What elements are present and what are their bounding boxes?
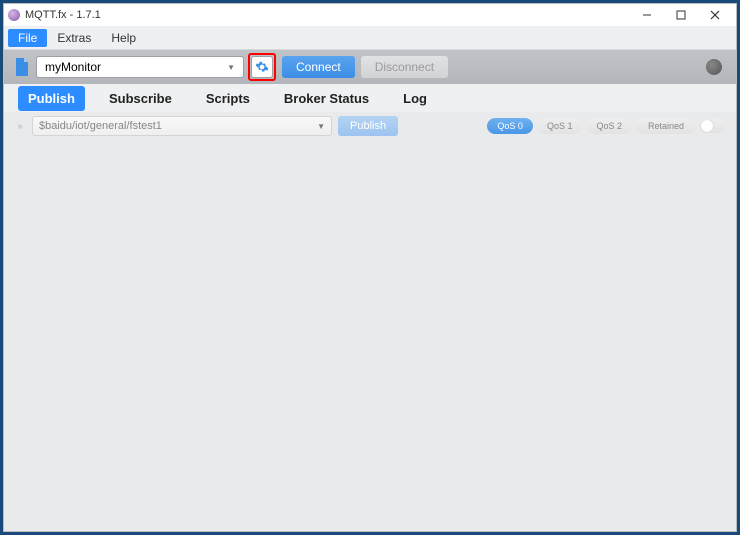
app-icon xyxy=(8,9,20,21)
publish-button[interactable]: Publish xyxy=(338,116,398,136)
menu-extras[interactable]: Extras xyxy=(47,29,101,47)
topic-select[interactable]: $baidu/iot/general/fstest1 ▼ xyxy=(32,116,332,136)
retained-pill[interactable]: Retained xyxy=(636,118,696,134)
publish-toolbar: » $baidu/iot/general/fstest1 ▼ Publish Q… xyxy=(4,112,736,140)
connection-profile-select[interactable]: myMonitor ▼ xyxy=(36,56,244,78)
close-button[interactable] xyxy=(698,5,732,25)
document-icon xyxy=(14,58,30,76)
qos1-pill[interactable]: QoS 1 xyxy=(537,118,583,134)
titlebar: MQTT.fx - 1.7.1 xyxy=(4,4,736,26)
connection-settings-button[interactable] xyxy=(251,56,273,78)
menu-file[interactable]: File xyxy=(8,29,47,47)
close-icon xyxy=(710,10,720,20)
chevron-down-icon: ▼ xyxy=(227,63,235,72)
tab-log[interactable]: Log xyxy=(393,86,437,111)
topic-value: $baidu/iot/general/fstest1 xyxy=(39,120,162,132)
qos-group: QoS 0 QoS 1 QoS 2 Retained xyxy=(487,118,726,134)
gear-icon xyxy=(255,60,269,74)
window-controls xyxy=(630,5,732,25)
highlight-annotation xyxy=(248,53,276,81)
tab-publish[interactable]: Publish xyxy=(18,86,85,111)
publish-payload-area[interactable] xyxy=(4,140,736,531)
minimize-icon xyxy=(642,10,652,20)
window-title: MQTT.fx - 1.7.1 xyxy=(25,9,630,21)
connection-bar: myMonitor ▼ Connect Disconnect xyxy=(4,50,736,84)
retained-toggle[interactable] xyxy=(700,119,726,133)
menubar: File Extras Help xyxy=(4,26,736,50)
minimize-button[interactable] xyxy=(630,5,664,25)
connection-profile-value: myMonitor xyxy=(45,60,101,74)
app-window: MQTT.fx - 1.7.1 File Extras Help myMonit… xyxy=(3,3,737,532)
tab-subscribe[interactable]: Subscribe xyxy=(99,86,182,111)
tab-scripts[interactable]: Scripts xyxy=(196,86,260,111)
connection-status-indicator xyxy=(706,59,722,75)
qos2-pill[interactable]: QoS 2 xyxy=(586,118,632,134)
menu-help[interactable]: Help xyxy=(101,29,146,47)
chevron-down-icon: ▼ xyxy=(317,122,325,131)
maximize-icon xyxy=(676,10,686,20)
expand-toggle[interactable]: » xyxy=(14,121,26,132)
connect-button[interactable]: Connect xyxy=(282,56,355,78)
maximize-button[interactable] xyxy=(664,5,698,25)
disconnect-button[interactable]: Disconnect xyxy=(361,56,448,78)
tab-broker-status[interactable]: Broker Status xyxy=(274,86,379,111)
qos0-pill[interactable]: QoS 0 xyxy=(487,118,533,134)
tabs-bar: Publish Subscribe Scripts Broker Status … xyxy=(4,84,736,112)
